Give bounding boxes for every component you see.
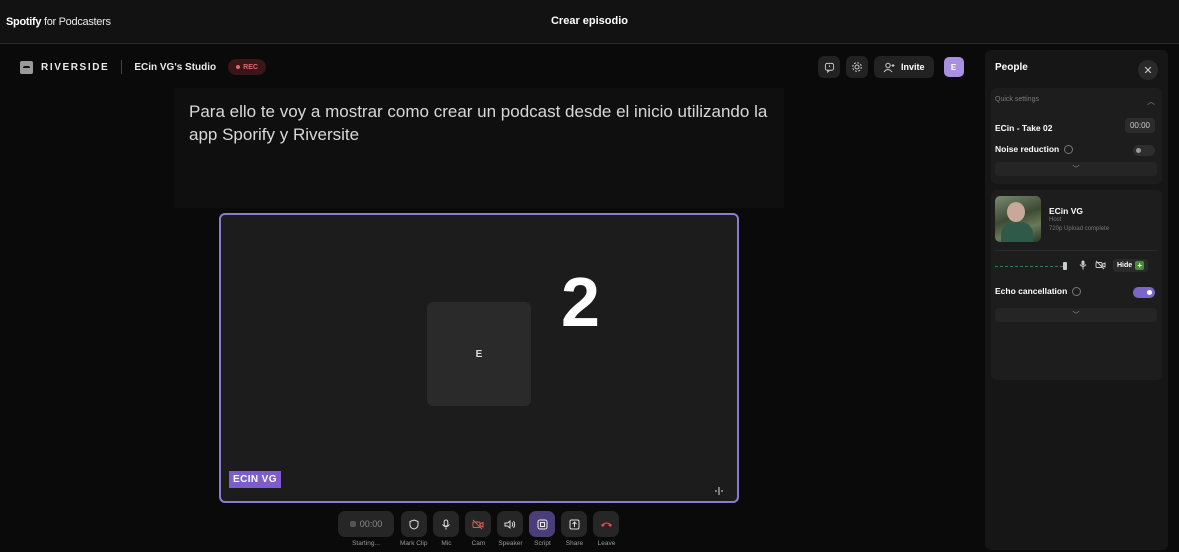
leave-control[interactable]: Leave bbox=[593, 511, 620, 551]
rec-label: REC bbox=[243, 63, 258, 71]
control-bar: 00:00 Starting... Mark Clip Mic Cam Spea… bbox=[338, 511, 620, 551]
leave-label: Leave bbox=[597, 540, 616, 547]
take-time: 00:00 bbox=[1125, 118, 1155, 133]
script-button[interactable] bbox=[529, 511, 556, 537]
mark-clip-label: Mark Clip bbox=[400, 540, 428, 547]
card-divider bbox=[995, 250, 1157, 251]
mic-icon bbox=[442, 519, 451, 529]
quick-settings: Quick settings ︿ ECin - Take 02 00:00 No… bbox=[991, 88, 1162, 184]
mic-control[interactable]: Mic bbox=[433, 511, 460, 551]
share-icon bbox=[569, 519, 580, 529]
script-text: Para ello te voy a mostrar como crear un… bbox=[189, 102, 768, 144]
record-icon bbox=[349, 521, 356, 527]
timer-control[interactable]: 00:00 Starting... bbox=[338, 511, 394, 551]
mic-button[interactable] bbox=[433, 511, 460, 537]
participant-name: ECin VG bbox=[1049, 206, 1084, 216]
people-panel: People ✕ Quick settings ︿ ECin - Take 02… bbox=[985, 50, 1168, 550]
share-control[interactable]: Share bbox=[561, 511, 588, 551]
timer-label: Starting... bbox=[352, 540, 380, 547]
mark-clip-button[interactable] bbox=[400, 511, 427, 537]
info-icon[interactable] bbox=[1072, 286, 1082, 296]
mic-icon[interactable] bbox=[1079, 260, 1087, 270]
participant-name-tag: ECIN VG bbox=[229, 471, 281, 488]
echo-cancellation-label: Echo cancellation bbox=[995, 286, 1068, 296]
camera-off-icon[interactable] bbox=[1095, 260, 1106, 270]
volume-slider[interactable] bbox=[995, 266, 1063, 267]
countdown-number: 2 bbox=[561, 263, 600, 341]
chat-button[interactable] bbox=[818, 56, 840, 78]
echo-cancellation-row: Echo cancellation bbox=[995, 286, 1082, 296]
close-icon[interactable]: ✕ bbox=[1138, 60, 1158, 80]
speaker-button[interactable] bbox=[497, 511, 524, 537]
user-avatar[interactable]: E bbox=[943, 57, 964, 77]
camera-off-icon bbox=[472, 519, 484, 529]
hide-label: Hide bbox=[1117, 262, 1133, 269]
share-button[interactable] bbox=[561, 511, 588, 537]
chevron-down-icon[interactable]: ﹀ bbox=[995, 308, 1157, 322]
cam-label: Cam bbox=[471, 540, 486, 547]
participant-status: 720p Upload complete bbox=[1049, 226, 1110, 232]
rec-dot-icon bbox=[236, 65, 241, 69]
shield-icon bbox=[409, 518, 419, 530]
mic-label: Mic bbox=[441, 540, 452, 547]
echo-cancellation-toggle[interactable] bbox=[1133, 287, 1155, 298]
share-label: Share bbox=[565, 540, 584, 547]
take-name: ECin - Take 02 bbox=[995, 123, 1053, 133]
riverside-wordmark: RIVERSIDE bbox=[41, 61, 110, 73]
quick-settings-heading: Quick settings bbox=[995, 96, 1039, 103]
noise-reduction-row: Noise reduction bbox=[995, 144, 1074, 154]
page-title: Crear episodio bbox=[550, 15, 629, 27]
cam-control[interactable]: Cam bbox=[465, 511, 492, 551]
script-label: Script bbox=[534, 540, 551, 547]
add-user-icon bbox=[883, 62, 895, 72]
info-icon[interactable] bbox=[1064, 144, 1074, 154]
audio-level-icon bbox=[714, 483, 724, 501]
script-overlay: Para ello te voy a mostrar como crear un… bbox=[174, 88, 784, 208]
riverside-studio: RIVERSIDE ECin VG's Studio REC Invite E … bbox=[0, 44, 1179, 552]
hide-button[interactable]: Hide + bbox=[1113, 259, 1149, 272]
studio-name: ECin VG's Studio bbox=[134, 61, 217, 73]
participant-avatar bbox=[995, 196, 1041, 242]
participant-card: ECin VG Host 720p Upload complete Hide +… bbox=[991, 190, 1162, 380]
speaker-icon bbox=[504, 519, 516, 529]
speaker-control[interactable]: Speaker bbox=[497, 511, 524, 551]
leave-button[interactable] bbox=[593, 511, 620, 537]
rec-badge: REC bbox=[228, 59, 266, 75]
riverside-logo-icon bbox=[20, 60, 33, 74]
phone-hangup-icon bbox=[600, 522, 612, 527]
panel-title: People bbox=[995, 62, 1028, 73]
noise-reduction-toggle[interactable] bbox=[1133, 145, 1155, 156]
invite-label: Invite bbox=[901, 62, 925, 72]
speaker-label: Speaker bbox=[498, 540, 523, 547]
spotify-top-bar: Spotify for Podcasters Crear episodio bbox=[0, 0, 1179, 44]
participant-role: Host bbox=[1049, 217, 1062, 223]
noise-reduction-label: Noise reduction bbox=[995, 144, 1060, 154]
gear-icon bbox=[852, 62, 862, 72]
volume-slider-handle[interactable] bbox=[1063, 262, 1067, 270]
mark-clip-control[interactable]: Mark Clip bbox=[400, 511, 427, 551]
header-divider bbox=[121, 60, 123, 74]
chevron-down-icon[interactable]: ﹀ bbox=[995, 162, 1157, 176]
script-control[interactable]: Script bbox=[529, 511, 556, 551]
video-placeholder: E bbox=[427, 302, 531, 406]
record-button[interactable]: 00:00 bbox=[338, 511, 394, 537]
studio-actions: Invite E bbox=[818, 56, 964, 78]
settings-button[interactable] bbox=[846, 56, 868, 78]
plus-icon: + bbox=[1135, 261, 1145, 270]
chevron-up-icon[interactable]: ︿ bbox=[1147, 96, 1155, 107]
chat-icon bbox=[824, 62, 834, 73]
cam-button[interactable] bbox=[465, 511, 492, 537]
timer-value: 00:00 bbox=[359, 519, 383, 529]
studio-header: RIVERSIDE ECin VG's Studio REC bbox=[20, 58, 266, 76]
invite-button[interactable]: Invite bbox=[874, 56, 934, 78]
video-tile[interactable]: E 2 ECIN VG bbox=[219, 213, 739, 503]
script-icon bbox=[537, 519, 548, 529]
participant-controls bbox=[1079, 260, 1106, 270]
